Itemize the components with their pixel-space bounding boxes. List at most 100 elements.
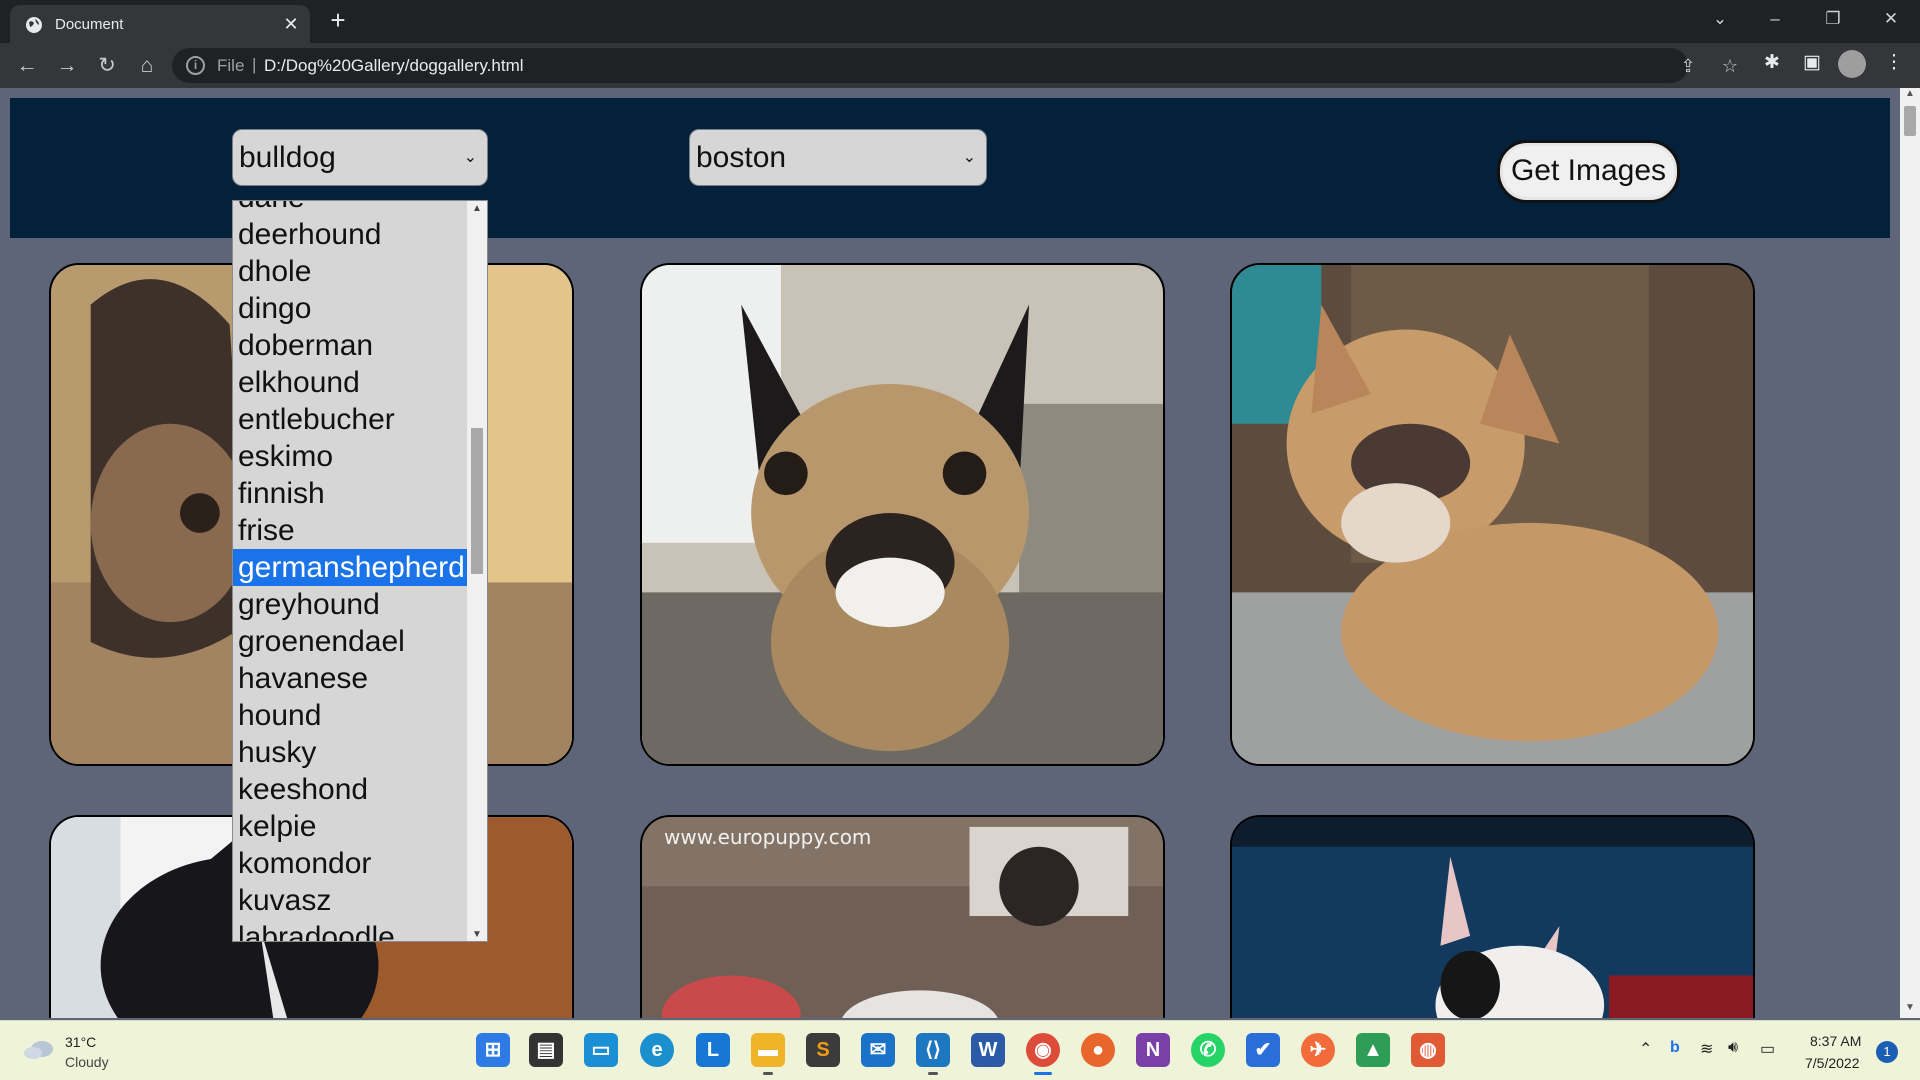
address-bar[interactable]: i File | D:/Dog%20Gallery/doggallery.htm… (172, 48, 1738, 83)
scroll-down-icon[interactable]: ▼ (467, 927, 487, 941)
dropdown-scrollbar[interactable]: ▲ ▼ (467, 201, 487, 941)
word-icon[interactable]: W (971, 1033, 1005, 1067)
vscode-icon[interactable]: ⟨⟩ (916, 1033, 950, 1075)
image-watermark: www.europuppy.com (664, 825, 872, 849)
scroll-up-icon[interactable]: ▲ (467, 201, 487, 217)
dropdown-option[interactable]: groenendael (233, 623, 468, 660)
dropdown-option[interactable]: husky (233, 734, 468, 771)
battery-icon[interactable]: ▭ (1760, 1039, 1775, 1059)
page-viewport: bulldog ⌄ boston ⌄ Get Images www.europu… (0, 88, 1900, 1018)
dog-photo (1232, 265, 1753, 764)
weather-description[interactable]: Cloudy (65, 1054, 109, 1070)
taskbar: 31°C Cloudy ⊞ ▤ ▭ e L ▬ S ✉ ⟨⟩ W ◉ ● N ✆… (0, 1020, 1920, 1080)
chevron-down-icon: ⌄ (962, 149, 976, 166)
url-separator: | (252, 55, 257, 74)
subbreed-select-value: boston (696, 141, 787, 174)
scroll-down-icon[interactable]: ▼ (1900, 1002, 1920, 1018)
breed-select-value: bulldog (239, 141, 336, 174)
dropdown-option[interactable]: doberman (233, 327, 468, 364)
tab-strip: Document ✕ + ⌄ – ❐ ✕ (0, 0, 1920, 43)
wifi-icon[interactable]: ≋ (1700, 1039, 1713, 1059)
bing-icon[interactable]: b (1670, 1039, 1680, 1057)
forward-icon[interactable]: → (52, 51, 82, 81)
clock-time[interactable]: 8:37 AM (1810, 1033, 1861, 1049)
dog-photo (1232, 817, 1753, 1018)
show-hidden-icons-icon[interactable]: ⌃ (1639, 1039, 1652, 1059)
dog-image-card: www.europuppy.com (640, 815, 1165, 1018)
page-scrollbar[interactable]: ▲ ▼ (1900, 88, 1920, 1018)
dropdown-option[interactable]: komondor (233, 845, 468, 882)
dropdown-scroll-thumb[interactable] (471, 428, 483, 574)
dropdown-option[interactable]: keeshond (233, 771, 468, 808)
dropdown-option[interactable]: havanese (233, 660, 468, 697)
onenote-icon[interactable]: N (1136, 1033, 1170, 1067)
ubuntu-app-icon[interactable]: ◍ (1411, 1033, 1445, 1067)
bookmark-star-icon[interactable]: ☆ (1718, 54, 1742, 78)
dropdown-option[interactable]: kuvasz (233, 882, 468, 919)
desktop-icon[interactable]: ▭ (584, 1033, 618, 1067)
whatsapp-icon[interactable]: ✆ (1191, 1033, 1225, 1067)
profile-avatar[interactable] (1838, 50, 1866, 78)
url-scheme: File (217, 56, 245, 75)
dropdown-option[interactable]: deerhound (233, 216, 468, 253)
menu-icon[interactable]: ⋮ (1880, 49, 1908, 77)
weather-temperature[interactable]: 31°C (65, 1034, 96, 1050)
chevron-down-icon: ⌄ (463, 149, 477, 166)
firefox-icon[interactable]: ● (1081, 1033, 1115, 1067)
task-view-icon[interactable]: ▤ (529, 1033, 563, 1067)
dropdown-option[interactable]: eskimo (233, 438, 468, 475)
breed-dropdown-list[interactable]: dane deerhound dhole dingo doberman elkh… (232, 200, 488, 942)
globe-icon (26, 17, 42, 33)
dropdown-option[interactable]: dane (233, 201, 468, 216)
get-images-button[interactable]: Get Images (1497, 140, 1680, 203)
browser-toolbar: ← → ↻ ⌂ i File | D:/Dog%20Gallery/doggal… (0, 43, 1920, 88)
scroll-up-icon[interactable]: ▲ (1900, 88, 1920, 104)
dropdown-option-highlighted[interactable]: germanshepherd (233, 549, 468, 586)
info-icon[interactable]: i (186, 56, 205, 75)
l-app-icon[interactable]: L (696, 1033, 730, 1067)
breed-select[interactable]: bulldog ⌄ (232, 129, 488, 186)
new-tab-button[interactable]: + (324, 6, 352, 34)
sublime-text-icon[interactable]: S (806, 1033, 840, 1067)
dropdown-option[interactable]: finnish (233, 475, 468, 512)
todo-icon[interactable]: ✔ (1246, 1033, 1280, 1067)
chrome-icon[interactable]: ◉ (1026, 1033, 1060, 1075)
dropdown-option[interactable]: entlebucher (233, 401, 468, 438)
dropdown-option[interactable]: hound (233, 697, 468, 734)
back-icon[interactable]: ← (12, 51, 42, 81)
dog-photo (642, 265, 1163, 764)
dropdown-option[interactable]: elkhound (233, 364, 468, 401)
notification-badge[interactable]: 1 (1876, 1041, 1898, 1063)
share-icon[interactable]: ⇪ (1676, 54, 1700, 78)
dropdown-option[interactable]: greyhound (233, 586, 468, 623)
close-window-icon[interactable]: ✕ (1876, 4, 1906, 34)
volume-icon[interactable]: 🔊︎ (1728, 1039, 1738, 1057)
side-panel-icon[interactable]: ▣ (1798, 49, 1826, 77)
dropdown-option[interactable]: frise (233, 512, 468, 549)
dropdown-option[interactable]: kelpie (233, 808, 468, 845)
reload-icon[interactable]: ↻ (92, 51, 122, 81)
tab-title: Document (55, 16, 124, 33)
mail-icon[interactable]: ✉ (861, 1033, 895, 1067)
dropdown-option[interactable]: dhole (233, 253, 468, 290)
dropdown-option[interactable]: labradoodle (233, 919, 468, 941)
subbreed-select[interactable]: boston ⌄ (689, 129, 987, 186)
extensions-icon[interactable]: ✱ (1758, 49, 1786, 77)
dropdown-option[interactable]: dingo (233, 290, 468, 327)
clock-date[interactable]: 7/5/2022 (1805, 1055, 1860, 1071)
browser-tab[interactable]: Document ✕ (10, 5, 310, 43)
file-explorer-icon[interactable]: ▬ (751, 1033, 785, 1075)
dog-image-card (1230, 815, 1755, 1018)
tab-search-icon[interactable]: ⌄ (1705, 4, 1735, 34)
close-tab-icon[interactable]: ✕ (280, 13, 302, 35)
minimize-icon[interactable]: – (1760, 4, 1790, 34)
page-scroll-thumb[interactable] (1904, 106, 1916, 136)
restore-icon[interactable]: ❐ (1818, 4, 1848, 34)
home-icon[interactable]: ⌂ (132, 51, 162, 81)
url-text[interactable]: D:/Dog%20Gallery/doggallery.html (264, 56, 524, 76)
windows-start-icon[interactable]: ⊞ (476, 1033, 510, 1067)
postman-icon[interactable]: ✈ (1301, 1033, 1335, 1067)
cloud-icon (24, 1041, 53, 1059)
android-studio-icon[interactable]: ▲ (1356, 1033, 1390, 1067)
edge-icon[interactable]: e (640, 1033, 674, 1067)
